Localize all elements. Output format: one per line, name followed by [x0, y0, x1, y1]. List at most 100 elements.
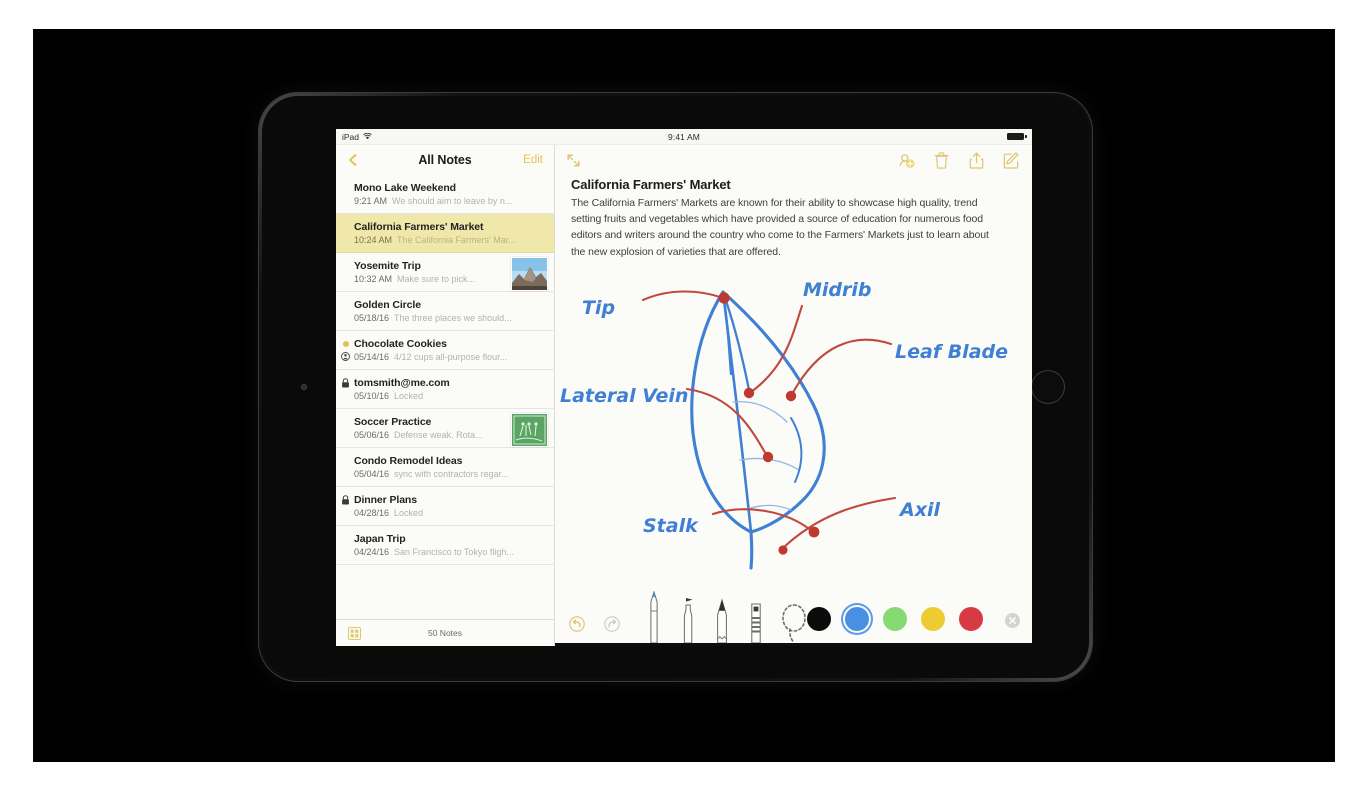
note-item-subtitle: 05/18/16 The three places we should... [354, 313, 544, 323]
ipad-screen: iPad 9:41 AM All Notes Edit Mono Lake We… [336, 129, 1032, 646]
eraser-tool[interactable] [745, 591, 767, 643]
add-collaborator-icon[interactable] [898, 152, 915, 169]
leader-lines-red [641, 290, 897, 549]
note-list-item[interactable]: Dinner Plans 04/28/16 Locked [336, 487, 554, 526]
lasso-tool[interactable] [779, 591, 809, 643]
share-icon[interactable] [968, 152, 985, 169]
note-text-block: California Farmers' Market The Californi… [555, 175, 1032, 260]
note-list-item[interactable]: Golden Circle 05/18/16 The three places we… [336, 292, 554, 331]
note-item-time: 04/24/16 [354, 547, 390, 557]
note-item-subtitle: 10:24 AM The California Farmers' Mar... [354, 235, 544, 245]
note-item-snippet: 4/12 cups all-purpose flour... [394, 352, 508, 362]
note-list-item[interactable]: Japan Trip 04/24/16 San Francisco to Tokyo… [336, 526, 554, 565]
screen-bottom-edge [555, 643, 1032, 646]
swatch-green[interactable] [883, 607, 907, 631]
detail-navbar [555, 145, 1032, 175]
label-lateral-vein: Lateral Vein [560, 385, 688, 407]
note-item-title: Mono Lake Weekend [354, 182, 456, 194]
battery-full-icon [1007, 133, 1027, 140]
status-bar-right [1007, 133, 1027, 140]
note-item-time: 05/14/16 [354, 352, 390, 362]
screen-body: All Notes Edit Mono Lake Weekend 9:21 AM W… [336, 145, 1032, 646]
note-list-item[interactable]: California Farmers' Market 10:24 AM The Ca… [336, 214, 554, 253]
undo-icon[interactable] [569, 616, 585, 632]
note-item-time: 05/18/16 [354, 313, 390, 323]
note-list-item[interactable]: Mono Lake Weekend 9:21 AM We should aim to… [336, 175, 554, 214]
swatch-yellow[interactable] [921, 607, 945, 631]
note-detail-pane: California Farmers' Market The Californi… [555, 145, 1032, 646]
note-item-subtitle: 05/04/16 sync with contractors regar... [354, 469, 544, 479]
note-item-snippet: San Francisco to Tokyo fligh... [394, 547, 514, 557]
note-item-snippet: The three places we should... [394, 313, 512, 323]
note-item-title: California Farmers' Market [354, 221, 484, 233]
trash-icon[interactable] [933, 151, 950, 169]
page-title: All Notes [418, 153, 472, 167]
note-item-title: Condo Remodel Ideas [354, 455, 463, 467]
swatch-black[interactable] [807, 607, 831, 631]
expand-arrows-icon[interactable] [566, 153, 581, 168]
front-camera [301, 384, 307, 390]
note-item-subtitle: 04/28/16 Locked [354, 508, 544, 518]
note-item-title: Chocolate Cookies [354, 338, 447, 350]
pen-tool[interactable] [643, 591, 665, 643]
note-item-snippet: Locked [394, 508, 424, 518]
label-leaf-blade: Leaf Blade [895, 341, 1008, 363]
anchor-dots [718, 292, 820, 555]
note-thumbnail [511, 413, 548, 447]
screenshot-stage: iPad 9:41 AM All Notes Edit Mono Lake We… [0, 0, 1368, 800]
note-item-subtitle: 9:21 AM We should aim to leave by n... [354, 196, 544, 206]
marker-tool[interactable] [677, 591, 699, 643]
unread-dot-icon [343, 341, 349, 347]
note-item-snippet: We should aim to leave by n... [392, 196, 513, 206]
note-list-item[interactable]: Yosemite Trip 10:32 AM Make sure to pick..… [336, 253, 554, 292]
edit-button[interactable]: Edit [523, 154, 543, 166]
swatch-blue[interactable] [845, 607, 869, 631]
note-item-time: 05/04/16 [354, 469, 390, 479]
note-list-item[interactable]: Soccer Practice 05/06/16 Defense weak. Rot… [336, 409, 554, 448]
note-item-time: 9:21 AM [354, 196, 388, 206]
note-list-item[interactable]: Condo Remodel Ideas 05/04/16 sync with con… [336, 448, 554, 487]
lock-icon [342, 378, 349, 388]
note-item-title: Japan Trip [354, 533, 406, 545]
note-item-subtitle: 05/10/16 Locked [354, 391, 544, 401]
redo-icon[interactable] [604, 616, 620, 632]
note-item-snippet: sync with contractors regar... [394, 469, 509, 479]
label-midrib: Midrib [803, 279, 872, 301]
note-item-snippet: Defense weak. Rota... [394, 430, 483, 440]
undo-redo-group [569, 616, 620, 632]
label-tip: Tip [582, 297, 615, 319]
note-item-title: tomsmith@me.com [354, 377, 450, 389]
note-item-snippet: Locked [394, 391, 424, 401]
note-item-title: Golden Circle [354, 299, 421, 311]
note-list-item[interactable]: tomsmith@me.com 05/10/16 Locked [336, 370, 554, 409]
notes-count-label: 50 Notes [427, 628, 463, 638]
color-swatches [807, 607, 983, 631]
note-item-time: 05/10/16 [354, 391, 390, 401]
label-stalk: Stalk [643, 515, 699, 537]
note-paragraph: The California Farmers' Markets are know… [571, 197, 989, 258]
notes-list[interactable]: Mono Lake Weekend 9:21 AM We should aim to… [336, 175, 554, 619]
lock-icon [342, 495, 349, 505]
note-item-time: 10:24 AM [354, 235, 393, 245]
note-item-snippet: Make sure to pick... [397, 274, 476, 284]
note-heading: California Farmers' Market [571, 177, 731, 192]
swatch-red[interactable] [959, 607, 983, 631]
detail-actions [898, 151, 1020, 169]
note-item-snippet: The California Farmers' Mar... [397, 235, 516, 245]
status-bar: iPad 9:41 AM [336, 129, 1032, 145]
shared-note-icon [341, 352, 350, 361]
drawing-toolbar [555, 591, 1032, 643]
sidebar-navbar: All Notes Edit [336, 145, 554, 175]
compose-icon[interactable] [1003, 151, 1020, 169]
note-item-time: 05/06/16 [354, 430, 390, 440]
home-button[interactable] [1031, 370, 1065, 404]
label-axil: Axil [898, 499, 940, 521]
pencil-tool[interactable] [711, 591, 733, 643]
close-circle-icon[interactable] [1005, 613, 1020, 628]
status-time: 9:41 AM [668, 131, 700, 142]
note-item-subtitle: 05/14/16 4/12 cups all-purpose flour... [354, 352, 544, 362]
note-thumbnail [511, 257, 548, 291]
sketch-canvas[interactable]: Tip Midrib Leaf Blade Lateral Vein Stalk… [555, 260, 1032, 591]
note-item-title: Dinner Plans [354, 494, 417, 506]
note-list-item[interactable]: Chocolate Cookies 05/14/16 4/12 cups all-p… [336, 331, 554, 370]
